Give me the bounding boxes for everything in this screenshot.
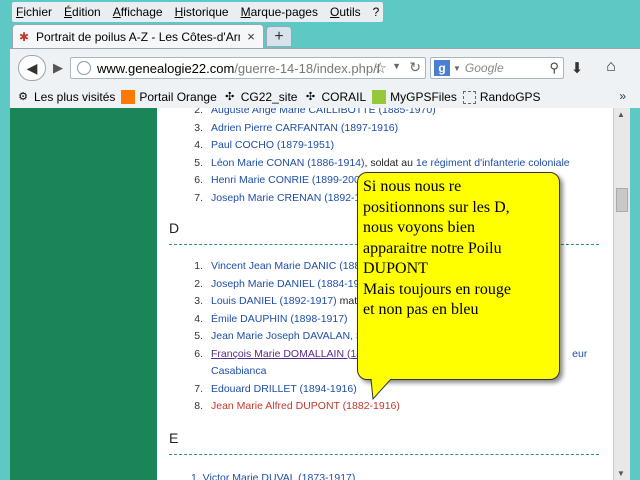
regiment-link[interactable]: 1e régiment d'infanterie coloniale	[416, 157, 570, 169]
person-link[interactable]: Adrien Pierre CARFANTAN (1897-1916)	[211, 122, 398, 134]
bookmark-corail[interactable]: ✣ CORAIL	[303, 90, 366, 104]
person-link-visited[interactable]: François Marie DOMALLAIN (18	[211, 348, 362, 360]
new-tab-button[interactable]: +	[266, 26, 292, 47]
site-icon: ✣	[225, 91, 235, 103]
menu-help[interactable]: ?	[373, 5, 380, 19]
magnifier-icon[interactable]: ⚲	[549, 60, 559, 76]
url-path: /guerre-14-18/index.php/I	[234, 60, 381, 76]
menu-edition[interactable]: Édition	[64, 5, 101, 19]
globe-icon	[77, 61, 91, 75]
home-icon[interactable]: ⌂	[600, 58, 622, 78]
list-item: 4. Paul COCHO (1879-1951)	[194, 139, 335, 151]
menu-marque-pages[interactable]: Marque-pages	[241, 5, 318, 19]
section-heading-e: E	[169, 430, 179, 446]
google-icon[interactable]: g	[434, 60, 450, 76]
person-link[interactable]: Auguste Ange Marie CAILLIBOTTE (1885-197…	[211, 108, 436, 116]
bookmarks-overflow-icon[interactable]: »	[619, 89, 626, 103]
back-arrow-icon[interactable]: ◀	[18, 55, 46, 81]
navigation-toolbar: ◀ ▶ www.genealogie22.com /guerre-14-18/i…	[10, 48, 640, 86]
menu-fichier[interactable]: Fichier	[16, 5, 52, 19]
annotation-callout: Si nous nous re positionnons sur les D, …	[357, 172, 560, 380]
person-link[interactable]: Joseph Marie CRENAN (1892-19	[211, 192, 366, 204]
ship-link[interactable]: Casabianca	[211, 365, 266, 377]
menu-affichage[interactable]: Affichage	[113, 5, 163, 19]
person-link[interactable]: Jean Marie Joseph DAVALAN, S	[211, 330, 363, 342]
forward-arrow-icon[interactable]: ▶	[48, 59, 68, 79]
reload-icon[interactable]: ↻	[409, 59, 421, 76]
ship-link[interactable]: eur	[572, 348, 587, 360]
search-placeholder: Google	[464, 61, 504, 75]
bookmark-mygpsfiles[interactable]: MyGPSFiles	[372, 90, 457, 104]
section-heading-d: D	[169, 220, 180, 236]
orange-icon	[121, 90, 136, 104]
callout-line: nous voyons bien	[363, 219, 475, 236]
callout-line: Si nous nous re	[363, 178, 462, 195]
gear-icon: ⚙	[18, 91, 28, 103]
tab-title: Portrait de poilus A-Z - Les Côtes-d'Arm…	[36, 29, 240, 44]
bookmark-randogps[interactable]: RandoGPS	[462, 90, 541, 104]
bookmark-label: RandoGPS	[479, 90, 541, 104]
bookmark-cg22-site[interactable]: ✣ CG22_site	[223, 90, 298, 104]
scroll-up-icon[interactable]: ▲	[617, 110, 625, 119]
vertical-scrollbar[interactable]: ▲ ▼	[613, 108, 630, 480]
callout-line: positionnons sur les D,	[363, 198, 510, 216]
bookmark-label: Les plus visités	[34, 90, 116, 104]
person-link-dupont[interactable]: Jean Marie Alfred DUPONT (1882-1916)	[211, 400, 400, 412]
person-link[interactable]: Edouard DRILLET (1894-1916)	[211, 383, 357, 395]
callout-line: Mais toujours en rouge	[363, 280, 511, 298]
list-item: 5. Léon Marie CONAN (1886-1914), soldat a…	[194, 156, 570, 169]
person-link[interactable]: Vincent Jean Marie DANIC (188	[211, 260, 360, 272]
url-dropdown-icon[interactable]: ▼	[392, 61, 401, 71]
person-link[interactable]: Joseph Marie DANIEL (1884-191	[211, 278, 365, 290]
mygps-icon	[372, 90, 387, 104]
person-link[interactable]: Léon Marie CONAN (1886-1914)	[211, 157, 365, 169]
url-host: www.genealogie22.com	[97, 60, 235, 76]
callout-line: apparaitre notre Poilu	[363, 239, 502, 257]
search-engine-dropdown-icon[interactable]: ▼	[453, 64, 461, 73]
scrollbar-thumb[interactable]	[616, 188, 628, 212]
search-input[interactable]: g ▼ Google ⚲	[430, 57, 564, 79]
browser-tab[interactable]: ✱ Portrait de poilus A-Z - Les Côtes-d'A…	[12, 24, 264, 48]
bookmarks-bar: ⚙ Les plus visités Portail Orange ✣ CG22…	[10, 86, 640, 108]
menu-outils[interactable]: Outils	[330, 5, 361, 19]
bookmark-label: MyGPSFiles	[390, 90, 457, 104]
site-icon: ✣	[305, 91, 316, 103]
list-item: 2. Auguste Ange Marie CAILLIBOTTE (1885-1…	[187, 108, 570, 120]
e-list-partial[interactable]: 1. Victor Marie DUVAL (1873-1917)	[191, 470, 355, 480]
menu-historique[interactable]: Historique	[175, 5, 229, 19]
list-item: 3. Adrien Pierre CARFANTAN (1897-1916)	[194, 121, 399, 134]
site-favicon-icon: ✱	[19, 29, 30, 44]
person-link[interactable]: Paul COCHO (1879-1951)	[211, 139, 334, 151]
bookmark-label: CG22_site	[240, 90, 298, 104]
person-link[interactable]: Henri Marie CONRIE (1899-2002)	[211, 174, 369, 186]
tab-close-icon[interactable]: ×	[245, 29, 257, 44]
scroll-down-icon[interactable]: ▼	[617, 469, 625, 478]
callout-pointer	[370, 379, 392, 401]
url-bar[interactable]: www.genealogie22.com /guerre-14-18/index…	[70, 57, 426, 79]
menu-bar: Fichier Édition Affichage Historique Mar…	[12, 2, 384, 22]
callout-line: DUPONT	[363, 260, 428, 277]
folder-icon	[462, 90, 476, 104]
bookmark-les-plus-visites[interactable]: ⚙ Les plus visités	[16, 90, 115, 104]
star-icon[interactable]: ☆	[374, 59, 387, 77]
section-divider	[169, 454, 599, 455]
bookmark-label: Portail Orange	[139, 90, 217, 104]
download-icon[interactable]: ⬇	[566, 59, 588, 79]
person-link[interactable]: Louis DANIEL (1892-1917)	[211, 295, 337, 307]
bookmark-portail-orange[interactable]: Portail Orange	[121, 90, 217, 104]
callout-line: et non pas en bleu	[363, 301, 479, 318]
person-link[interactable]: Émile DAUPHIN (1898-1917)	[211, 313, 348, 325]
green-sidebar	[10, 108, 157, 480]
bookmark-label: CORAIL	[321, 90, 367, 104]
